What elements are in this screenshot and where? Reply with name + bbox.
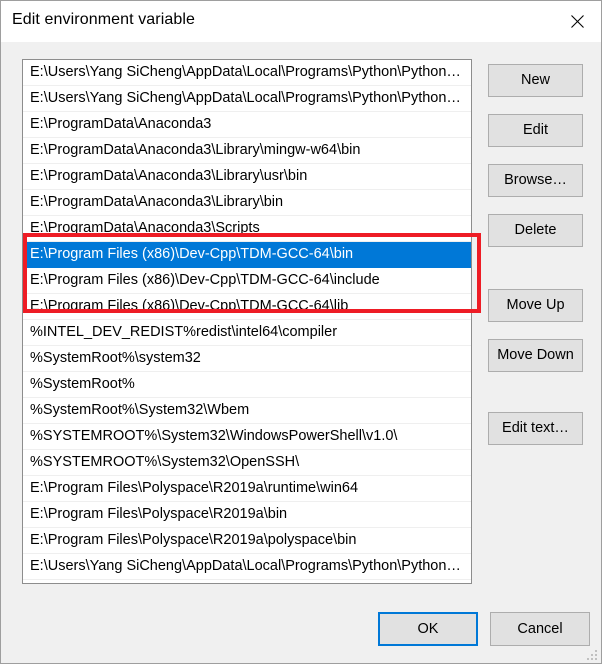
- list-item[interactable]: E:\Program Files\Polyspace\R2019a\bin: [23, 502, 471, 528]
- list-item[interactable]: %SYSTEMROOT%\System32\OpenSSH\: [23, 450, 471, 476]
- list-item[interactable]: E:\ProgramData\Anaconda3\Library\mingw-w…: [23, 138, 471, 164]
- move-up-button[interactable]: Move Up: [488, 289, 583, 322]
- page-title: Edit environment variable: [12, 11, 196, 28]
- new-button[interactable]: New: [488, 64, 583, 97]
- resize-grip[interactable]: [585, 648, 597, 660]
- list-item[interactable]: E:\ProgramData\Anaconda3\Library\bin: [23, 190, 471, 216]
- list-item[interactable]: %SystemRoot%\system32: [23, 346, 471, 372]
- list-item[interactable]: %SystemRoot%: [23, 372, 471, 398]
- list-item[interactable]: %SYSTEMROOT%\System32\WindowsPowerShell\…: [23, 424, 471, 450]
- list-item[interactable]: E:\Program Files\Polyspace\R2019a\polysp…: [23, 528, 471, 554]
- list-item[interactable]: %INTEL_DEV_REDIST%redist\intel64\compile…: [23, 320, 471, 346]
- list-item[interactable]: E:\Users\Yang SiCheng\AppData\Local\Prog…: [23, 580, 471, 583]
- edit-environment-variable-dialog: Edit environment variable E:\Users\Yang …: [0, 0, 602, 664]
- list-item[interactable]: E:\Users\Yang SiCheng\AppData\Local\Prog…: [23, 86, 471, 112]
- delete-button[interactable]: Delete: [488, 214, 583, 247]
- list-item[interactable]: E:\Program Files (x86)\Dev-Cpp\TDM-GCC-6…: [23, 242, 471, 268]
- close-icon[interactable]: [554, 1, 601, 42]
- list-item[interactable]: E:\ProgramData\Anaconda3\Scripts: [23, 216, 471, 242]
- browse-button[interactable]: Browse…: [488, 164, 583, 197]
- list-item[interactable]: E:\Program Files\Polyspace\R2019a\runtim…: [23, 476, 471, 502]
- edit-button[interactable]: Edit: [488, 114, 583, 147]
- title-bar: Edit environment variable: [1, 1, 601, 42]
- list-item[interactable]: E:\ProgramData\Anaconda3: [23, 112, 471, 138]
- path-list[interactable]: E:\Users\Yang SiCheng\AppData\Local\Prog…: [22, 59, 472, 584]
- edit-text-button[interactable]: Edit text…: [488, 412, 583, 445]
- cancel-button[interactable]: Cancel: [490, 612, 590, 646]
- list-item[interactable]: E:\Program Files (x86)\Dev-Cpp\TDM-GCC-6…: [23, 268, 471, 294]
- move-down-button[interactable]: Move Down: [488, 339, 583, 372]
- list-item[interactable]: %SystemRoot%\System32\Wbem: [23, 398, 471, 424]
- list-item[interactable]: E:\Users\Yang SiCheng\AppData\Local\Prog…: [23, 60, 471, 86]
- list-item[interactable]: E:\Program Files (x86)\Dev-Cpp\TDM-GCC-6…: [23, 294, 471, 320]
- ok-button[interactable]: OK: [378, 612, 478, 646]
- list-item[interactable]: E:\Users\Yang SiCheng\AppData\Local\Prog…: [23, 554, 471, 580]
- list-item[interactable]: E:\ProgramData\Anaconda3\Library\usr\bin: [23, 164, 471, 190]
